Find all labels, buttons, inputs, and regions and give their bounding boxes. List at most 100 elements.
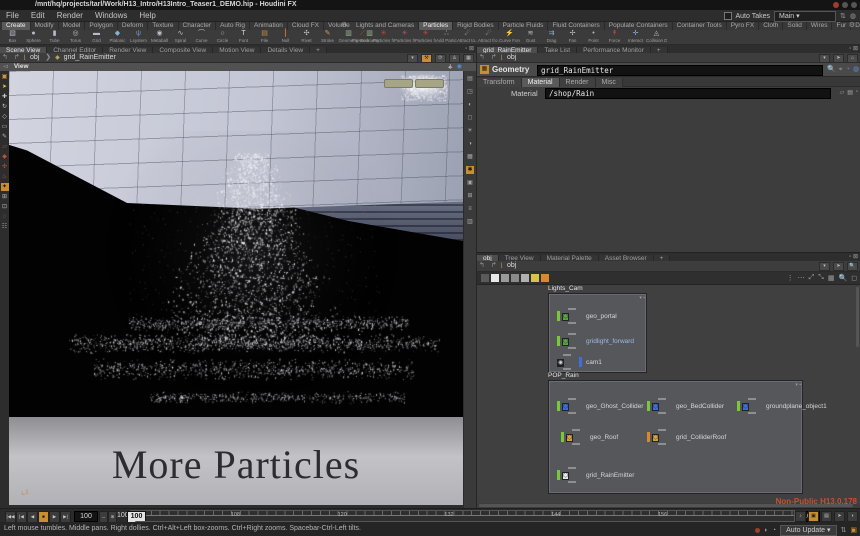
shelf-tab-animation[interactable]: Animation xyxy=(250,22,288,30)
rotate-tool-icon[interactable]: ↻ xyxy=(1,103,9,111)
node-flag-icon[interactable] xyxy=(557,336,560,346)
folder-tab-render[interactable]: Render xyxy=(560,78,596,87)
shelf-tool-drag[interactable]: ⇉Drag xyxy=(541,30,562,43)
range-mid-field[interactable]: 100 xyxy=(117,511,127,520)
param-breadcrumb-obj[interactable]: obj xyxy=(505,54,518,61)
node-output-stub[interactable] xyxy=(748,412,756,414)
param-home-icon[interactable]: ⌂ xyxy=(847,54,858,63)
group-list-icon[interactable]: ≡ xyxy=(466,205,474,213)
auto-update-selector[interactable]: Auto Update ▾ xyxy=(780,525,836,536)
window-maximize-icon[interactable] xyxy=(842,2,848,8)
node-flag-icon[interactable] xyxy=(557,311,560,321)
display-options-icon[interactable]: ✱ xyxy=(466,166,474,174)
node-grid-colliderroof[interactable]: ⬡grid_ColliderRoof xyxy=(647,432,726,442)
node-type-badge-6[interactable] xyxy=(541,274,549,282)
shade-mode-icon[interactable]: ◐ xyxy=(466,101,474,109)
sculpt-tool-icon[interactable]: ◆ xyxy=(1,153,9,161)
net-more-icon[interactable]: ⋯ xyxy=(798,274,805,282)
network-box-pop-rain[interactable]: ▾ ▪⬡geo_Ghost_Collider⬡geo_BedCollider⬡g… xyxy=(548,380,803,494)
shelf-tab-populate-containers[interactable]: Populate Containers xyxy=(605,22,673,30)
node-grid-rainemitter[interactable]: ⬡grid_RainEmitter xyxy=(557,470,634,480)
hand-tool-icon[interactable]: ☷ xyxy=(1,223,9,231)
node-input-stub[interactable] xyxy=(658,398,666,400)
shelf-tab-modify[interactable]: Modify xyxy=(31,22,59,30)
node-input-stub[interactable] xyxy=(748,398,756,400)
edit-tool-icon[interactable]: ✎ xyxy=(1,133,9,141)
param-path-dropdown-icon[interactable]: ▾ xyxy=(819,54,830,63)
shelf-tab-polygon[interactable]: Polygon xyxy=(85,22,118,30)
menu-edit[interactable]: Edit xyxy=(25,10,51,22)
snap-point-icon[interactable]: ⊡ xyxy=(1,203,9,211)
audio-icon[interactable]: ♪ xyxy=(795,511,806,522)
shelf-tab-particles[interactable]: Particles xyxy=(419,22,453,30)
shelf-tab-cloth[interactable]: Cloth xyxy=(759,22,783,30)
node-output-stub[interactable] xyxy=(568,322,576,324)
shelf-tool-attract-fro[interactable]: ☄Attract fro... xyxy=(478,30,499,43)
node-gridlight-forward[interactable]: ⬡gridlight_forward xyxy=(557,336,634,346)
shelf-tab-deform[interactable]: Deform xyxy=(118,22,148,30)
node-flag-icon[interactable] xyxy=(557,470,560,480)
node-output-stub[interactable] xyxy=(658,443,666,445)
grid-toggle-icon[interactable]: ⊞ xyxy=(466,192,474,200)
path-back-icon[interactable]: ↰ xyxy=(0,54,10,61)
shelf-tool-grid[interactable]: ▬Grid xyxy=(86,30,107,43)
range-start-field[interactable]: 100 xyxy=(74,511,98,522)
crosshair-icon[interactable]: ⌖ xyxy=(839,65,843,75)
shelf-tool-particles-fr[interactable]: ✳Particles fr... xyxy=(415,30,436,43)
shelf-tool-curve-force[interactable]: ⚡Curve Force xyxy=(499,30,520,43)
playback-options-icon[interactable]: ➤ xyxy=(834,511,845,522)
shelf-tab-rigid-bodies[interactable]: Rigid Bodies xyxy=(453,22,499,30)
shelf-tool-curve[interactable]: ⌒Curve xyxy=(191,30,212,43)
shelf-tool-sphere[interactable]: ●Sphere xyxy=(23,30,44,43)
folder-tab-misc[interactable]: Misc xyxy=(596,78,623,87)
select-tool-icon[interactable]: ➤ xyxy=(1,83,9,91)
node-flag-icon[interactable] xyxy=(557,401,560,411)
camera-lock-icon[interactable]: ▣ xyxy=(466,179,474,187)
sphere-icon[interactable]: ◔ xyxy=(846,65,850,75)
node-geo-bedcollider[interactable]: ⬡geo_BedCollider xyxy=(647,401,724,411)
shelf-gear-icon-left[interactable]: ⚙ xyxy=(338,22,350,30)
node-name-field[interactable]: grid_RainEmitter xyxy=(537,65,823,76)
shelf-tab-character[interactable]: Character xyxy=(179,22,217,30)
paint-tool-icon[interactable]: ▱ xyxy=(1,143,9,151)
material-clear-icon[interactable]: ▫ xyxy=(856,89,858,96)
node-output-stub[interactable] xyxy=(568,412,576,414)
flipbook-icon[interactable]: ▤ xyxy=(821,511,832,522)
shelf-tool-font[interactable]: TFont xyxy=(233,30,254,43)
net-path-forward-icon[interactable]: ↱ xyxy=(489,262,499,269)
active-tool-icon[interactable]: ✦ xyxy=(1,183,9,191)
refresh-icon[interactable]: ⟳ xyxy=(435,54,446,63)
breadcrumb-node[interactable]: grid_RainEmitter xyxy=(62,54,118,61)
shelf-tool-spiral[interactable]: ∿Spiral xyxy=(170,30,191,43)
node-input-stub[interactable] xyxy=(568,467,576,469)
node-output-stub[interactable] xyxy=(563,368,571,370)
path-forward-icon[interactable]: ↱ xyxy=(12,54,22,61)
node-output-stub[interactable] xyxy=(568,481,576,483)
shelf-tab-create[interactable]: Create xyxy=(2,22,31,30)
network-vscrollbar[interactable] xyxy=(856,287,859,347)
translate-tool-icon[interactable]: ✚ xyxy=(1,93,9,101)
net-search-icon[interactable]: 🔍 xyxy=(847,262,858,271)
shelf-tool-platonic[interactable]: ◆Platonic xyxy=(107,30,128,43)
node-input-stub[interactable] xyxy=(568,333,576,335)
material-menu-icon[interactable]: ▤ xyxy=(847,89,853,96)
menu-help[interactable]: Help xyxy=(133,10,161,22)
node-type-badge-4[interactable] xyxy=(521,274,529,282)
node-input-stub[interactable] xyxy=(572,429,580,431)
node-output-stub[interactable] xyxy=(658,412,666,414)
breadcrumb-obj[interactable]: obj xyxy=(28,54,41,61)
pose-brush-icon[interactable]: ✣ xyxy=(1,163,9,171)
shelf-tab-model[interactable]: Model xyxy=(59,22,86,30)
shelf-tab-pyro-fx[interactable]: Pyro FX xyxy=(727,22,759,30)
take-selector[interactable]: Main ▾ xyxy=(774,11,836,22)
net-grid-icon[interactable]: ▦ xyxy=(828,274,835,282)
cook-clock-icon[interactable]: ◔ xyxy=(772,524,776,536)
shelf-tool-collision-d[interactable]: ◬Collision D... xyxy=(646,30,667,43)
shelf-tab-container-tools[interactable]: Container Tools xyxy=(673,22,727,30)
take-spinner-icon[interactable]: ⇅ xyxy=(840,12,846,20)
node-input-stub[interactable] xyxy=(568,398,576,400)
param-arrow-icon[interactable]: ➤ xyxy=(833,54,844,63)
globe-icon[interactable]: ◍ xyxy=(853,65,859,75)
node-input-stub[interactable] xyxy=(658,429,666,431)
node-geo-roof[interactable]: ⬡geo_Roof xyxy=(561,432,618,442)
